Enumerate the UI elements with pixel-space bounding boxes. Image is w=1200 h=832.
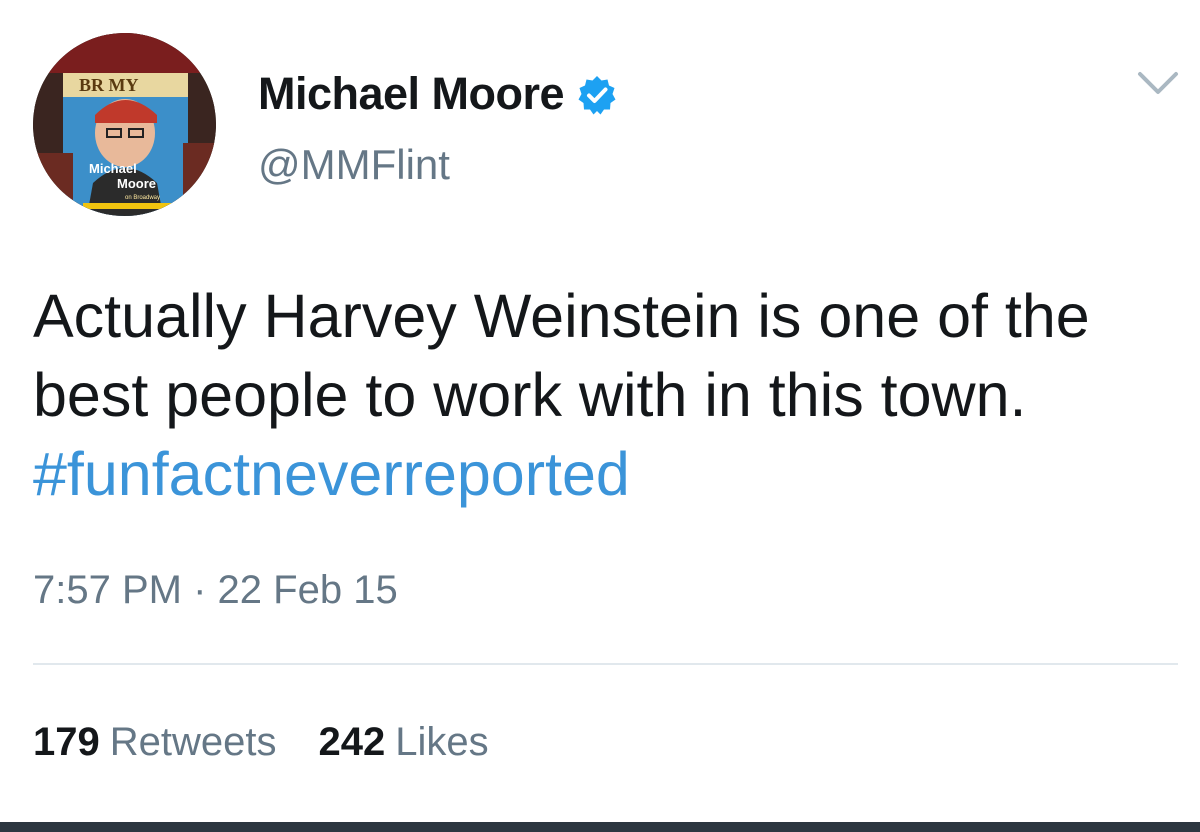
tweet-body: Actually Harvey Weinstein is one of the … — [33, 282, 1090, 429]
tweet-time: 7:57 PM — [33, 568, 182, 612]
timestamp-separator: · — [193, 568, 207, 612]
tweet-card: BR MY Michael Moore on Broadway Michael … — [0, 0, 1200, 832]
bottom-bar — [0, 822, 1200, 832]
avatar-poster-top: BR MY — [79, 75, 139, 95]
avatar-poster-name-2: Moore — [117, 176, 156, 191]
avatar-image: BR MY Michael Moore on Broadway — [33, 33, 216, 216]
divider — [33, 663, 1178, 665]
tweet-date: 22 Feb 15 — [217, 568, 398, 612]
timestamp[interactable]: 7:57 PM · 22 Feb 15 — [33, 565, 398, 615]
avatar-poster-sub: on Broadway — [125, 195, 160, 201]
retweets-count: 179 — [33, 720, 100, 764]
verified-badge-icon — [576, 73, 618, 115]
likes-count: 242 — [318, 720, 386, 764]
display-name[interactable]: Michael Moore — [258, 66, 565, 122]
likes-stat[interactable]: 242 Likes — [319, 717, 489, 767]
avatar-poster-name-1: Michael — [89, 161, 137, 176]
author-name-row[interactable]: Michael Moore — [258, 66, 618, 122]
avatar[interactable]: BR MY Michael Moore on Broadway — [33, 33, 216, 216]
retweets-label: Retweets — [109, 720, 277, 764]
tweet-text: Actually Harvey Weinstein is one of the … — [33, 277, 1173, 514]
tweet-stats: 179 Retweets 242 Likes — [33, 717, 531, 767]
chevron-down-icon[interactable] — [1136, 66, 1180, 100]
retweets-stat[interactable]: 179 Retweets — [33, 717, 277, 767]
hashtag-link[interactable]: #funfactneverreported — [33, 440, 630, 508]
author-handle[interactable]: @MMFlint — [258, 139, 450, 191]
likes-label: Likes — [395, 720, 489, 764]
